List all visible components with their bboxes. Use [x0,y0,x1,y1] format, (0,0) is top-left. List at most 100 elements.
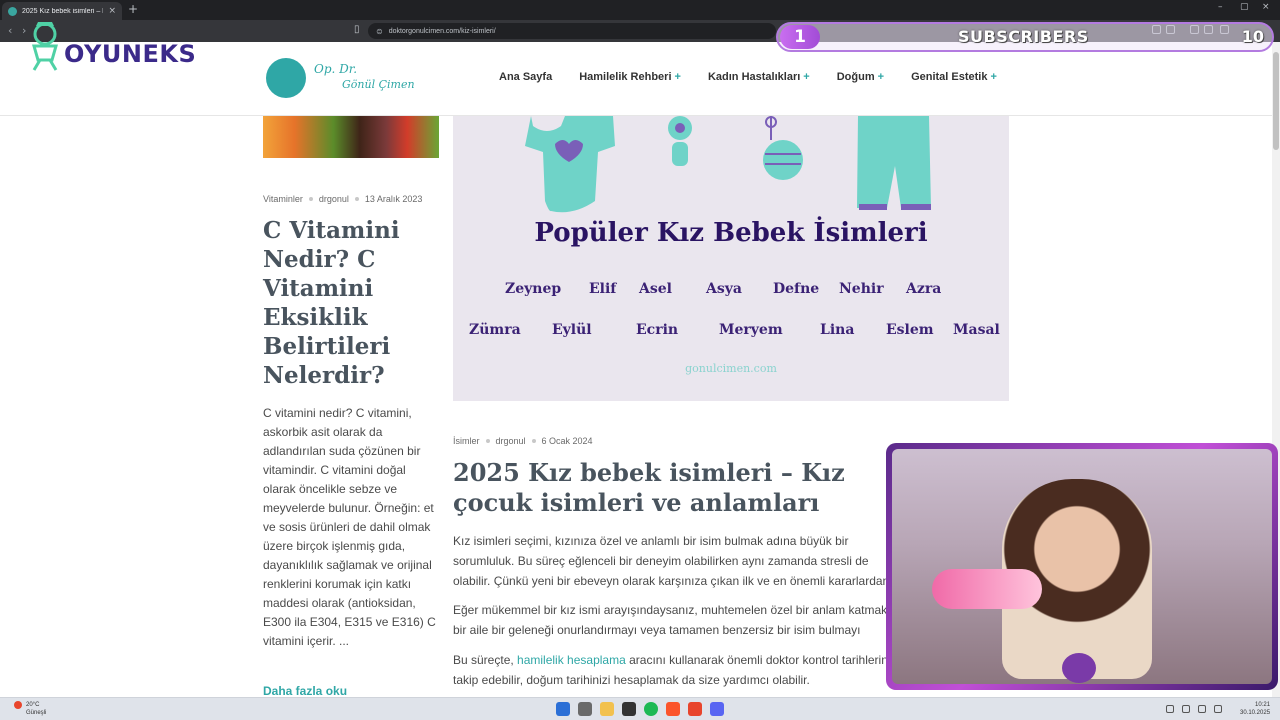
expand-plus-icon[interactable]: + [878,71,884,83]
bookmark-icon[interactable]: ▯ [354,24,360,35]
weather-temp: 20°C [26,702,40,708]
baby-name: Defne [773,281,820,297]
address-bar[interactable]: ⊜ doktorgonulcimen.com/kiz-isimleri/ [368,23,776,39]
site-info-icon[interactable]: ⊜ [376,27,383,36]
separator-dot [354,197,359,201]
nav-item-gynecology[interactable]: Kadın Hastalıkları + [708,71,810,83]
separator-dot [485,439,490,443]
new-tab-button[interactable]: + [128,2,138,16]
baby-name: Eylül [552,322,592,338]
subscriber-count: 1 [780,25,820,49]
nav-item-home[interactable]: Ana Sayfa [499,71,552,83]
subscriber-goal-widget: 1 SUBSCRIBERS 10 [776,22,1274,52]
baby-clothes-illustration [525,116,931,213]
baby-name: Nehir [839,281,884,297]
article-title: 2025 Kız bebek isimleri – Kız çocuk isim… [453,458,845,517]
article-paragraph: Kız isimleri seçimi, kızınıza özel ve an… [453,534,890,588]
post-author[interactable]: drgonul [319,194,349,204]
article-date: 6 Ocak 2024 [541,436,593,446]
microphone [932,569,1042,609]
article-paragraph: Bu süreçte, hamilelik hesaplama aracını … [453,653,891,687]
subscriber-label: SUBSCRIBERS [958,27,1089,46]
nav-item-genital-aesthetics[interactable]: Genital Estetik + [911,71,997,83]
tab-title: 2025 Kız bebek isimleri – Kız ço... [22,7,103,15]
close-window-icon[interactable]: × [1262,2,1270,12]
site-logo[interactable]: Op. Dr. Gönül Çimen [266,58,416,102]
subscriber-goal: 10 [1241,27,1264,46]
task-view-icon[interactable] [578,702,592,716]
discord-icon[interactable] [710,702,724,716]
post-meta: Vitaminler drgonul 13 Aralık 2023 [263,194,422,204]
main-navigation: Ana Sayfa Hamilelik Rehberi + Kadın Hasta… [499,71,1024,83]
pregnancy-silhouette-icon [266,58,306,98]
weather-desc: Güneşli [26,710,47,716]
baby-name: Asya [706,281,742,297]
webcam-overlay [886,443,1278,690]
oyuneks-logo: OYUNEKS [28,20,228,72]
article-category[interactable]: İsimler [453,436,480,446]
volume-icon[interactable] [1198,705,1206,713]
post-category[interactable]: Vitaminler [263,194,303,204]
separator-dot [308,197,313,201]
spotify-icon[interactable] [644,702,658,716]
browser-tab-bar: 2025 Kız bebek isimleri – Kız ço... × + … [0,0,1280,20]
start-menu-icon[interactable] [556,702,570,716]
forward-arrow-icon[interactable]: › [22,24,26,37]
obs-icon[interactable] [622,702,636,716]
chevron-up-icon[interactable] [1166,705,1174,713]
article-author[interactable]: drgonul [496,436,526,446]
frame-badge-icon [1062,653,1096,683]
nav-item-pregnancy-guide[interactable]: Hamilelik Rehberi + [579,71,681,83]
clock-time: 10:21 [1255,702,1271,708]
scrollbar-thumb[interactable] [1273,52,1279,150]
expand-plus-icon[interactable]: + [990,71,996,83]
webcam-feed [892,449,1272,684]
read-more-link[interactable]: Daha fazla oku [263,684,347,698]
baby-name: Elif [589,281,617,297]
maximize-icon[interactable]: ▢ [1240,2,1249,12]
featured-image-title: Popüler Kız Bebek İsimleri [534,218,928,248]
article-paragraph: Eğer mükemmel bir kız ismi arayışındaysa… [453,603,891,637]
windows-taskbar: 20°C Güneşli 10:21 30.10.2025 [0,697,1280,720]
article-meta: İsimler drgonul 6 Ocak 2024 [453,436,593,446]
featured-image[interactable]: Popüler Kız Bebek İsimleri Zeynep Elif A… [453,116,1009,401]
baby-name: Masal [953,322,1000,338]
baby-name: Ecrin [636,322,679,338]
battery-icon[interactable] [1214,705,1222,713]
pregnancy-calculator-link[interactable]: hamilelik hesaplama [517,653,626,667]
close-tab-icon[interactable]: × [108,6,116,16]
baby-name: Eslem [886,322,934,338]
url-text: doktorgonulcimen.com/kiz-isimleri/ [388,27,496,35]
post-excerpt: C vitamini nedir? C vitamini, askorbik a… [263,406,436,648]
weather-widget[interactable]: 20°C Güneşli [26,701,46,717]
baby-name: Lina [820,322,855,338]
nav-item-birth[interactable]: Doğum + [837,71,884,83]
site-favicon-icon [8,6,17,16]
brand-name: OYUNEKS [64,40,197,68]
system-clock[interactable]: 10:21 30.10.2025 [1240,701,1270,717]
post-title[interactable]: C Vitamini Nedir? C Vitamini Eksiklik Be… [263,216,443,390]
minimize-icon[interactable]: – [1218,2,1223,12]
logo-title: Op. Dr. [314,62,358,76]
separator-dot [531,439,536,443]
post-thumbnail-fruits[interactable] [263,116,439,158]
app-icon[interactable] [688,702,702,716]
file-explorer-icon[interactable] [600,702,614,716]
baby-name: Azra [906,281,942,297]
expand-plus-icon[interactable]: + [803,71,809,83]
network-icon[interactable] [1182,705,1190,713]
baby-name: Zeynep [505,281,562,297]
back-arrow-icon[interactable]: ‹ [8,24,12,37]
browser-tab[interactable]: 2025 Kız bebek isimleri – Kız ço... × [2,2,122,20]
clock-date: 30.10.2025 [1240,710,1271,716]
post-date: 13 Aralık 2023 [364,194,423,204]
weather-icon[interactable] [14,701,22,709]
logo-name: Gönül Çimen [342,78,415,91]
baby-name: Asel [639,281,672,297]
brave-browser-icon[interactable] [666,702,680,716]
mascot-icon [32,22,58,71]
baby-name: Zümra [469,322,521,338]
image-watermark: gonulcimen.com [685,362,777,375]
expand-plus-icon[interactable]: + [675,71,681,83]
baby-name: Meryem [719,322,783,338]
